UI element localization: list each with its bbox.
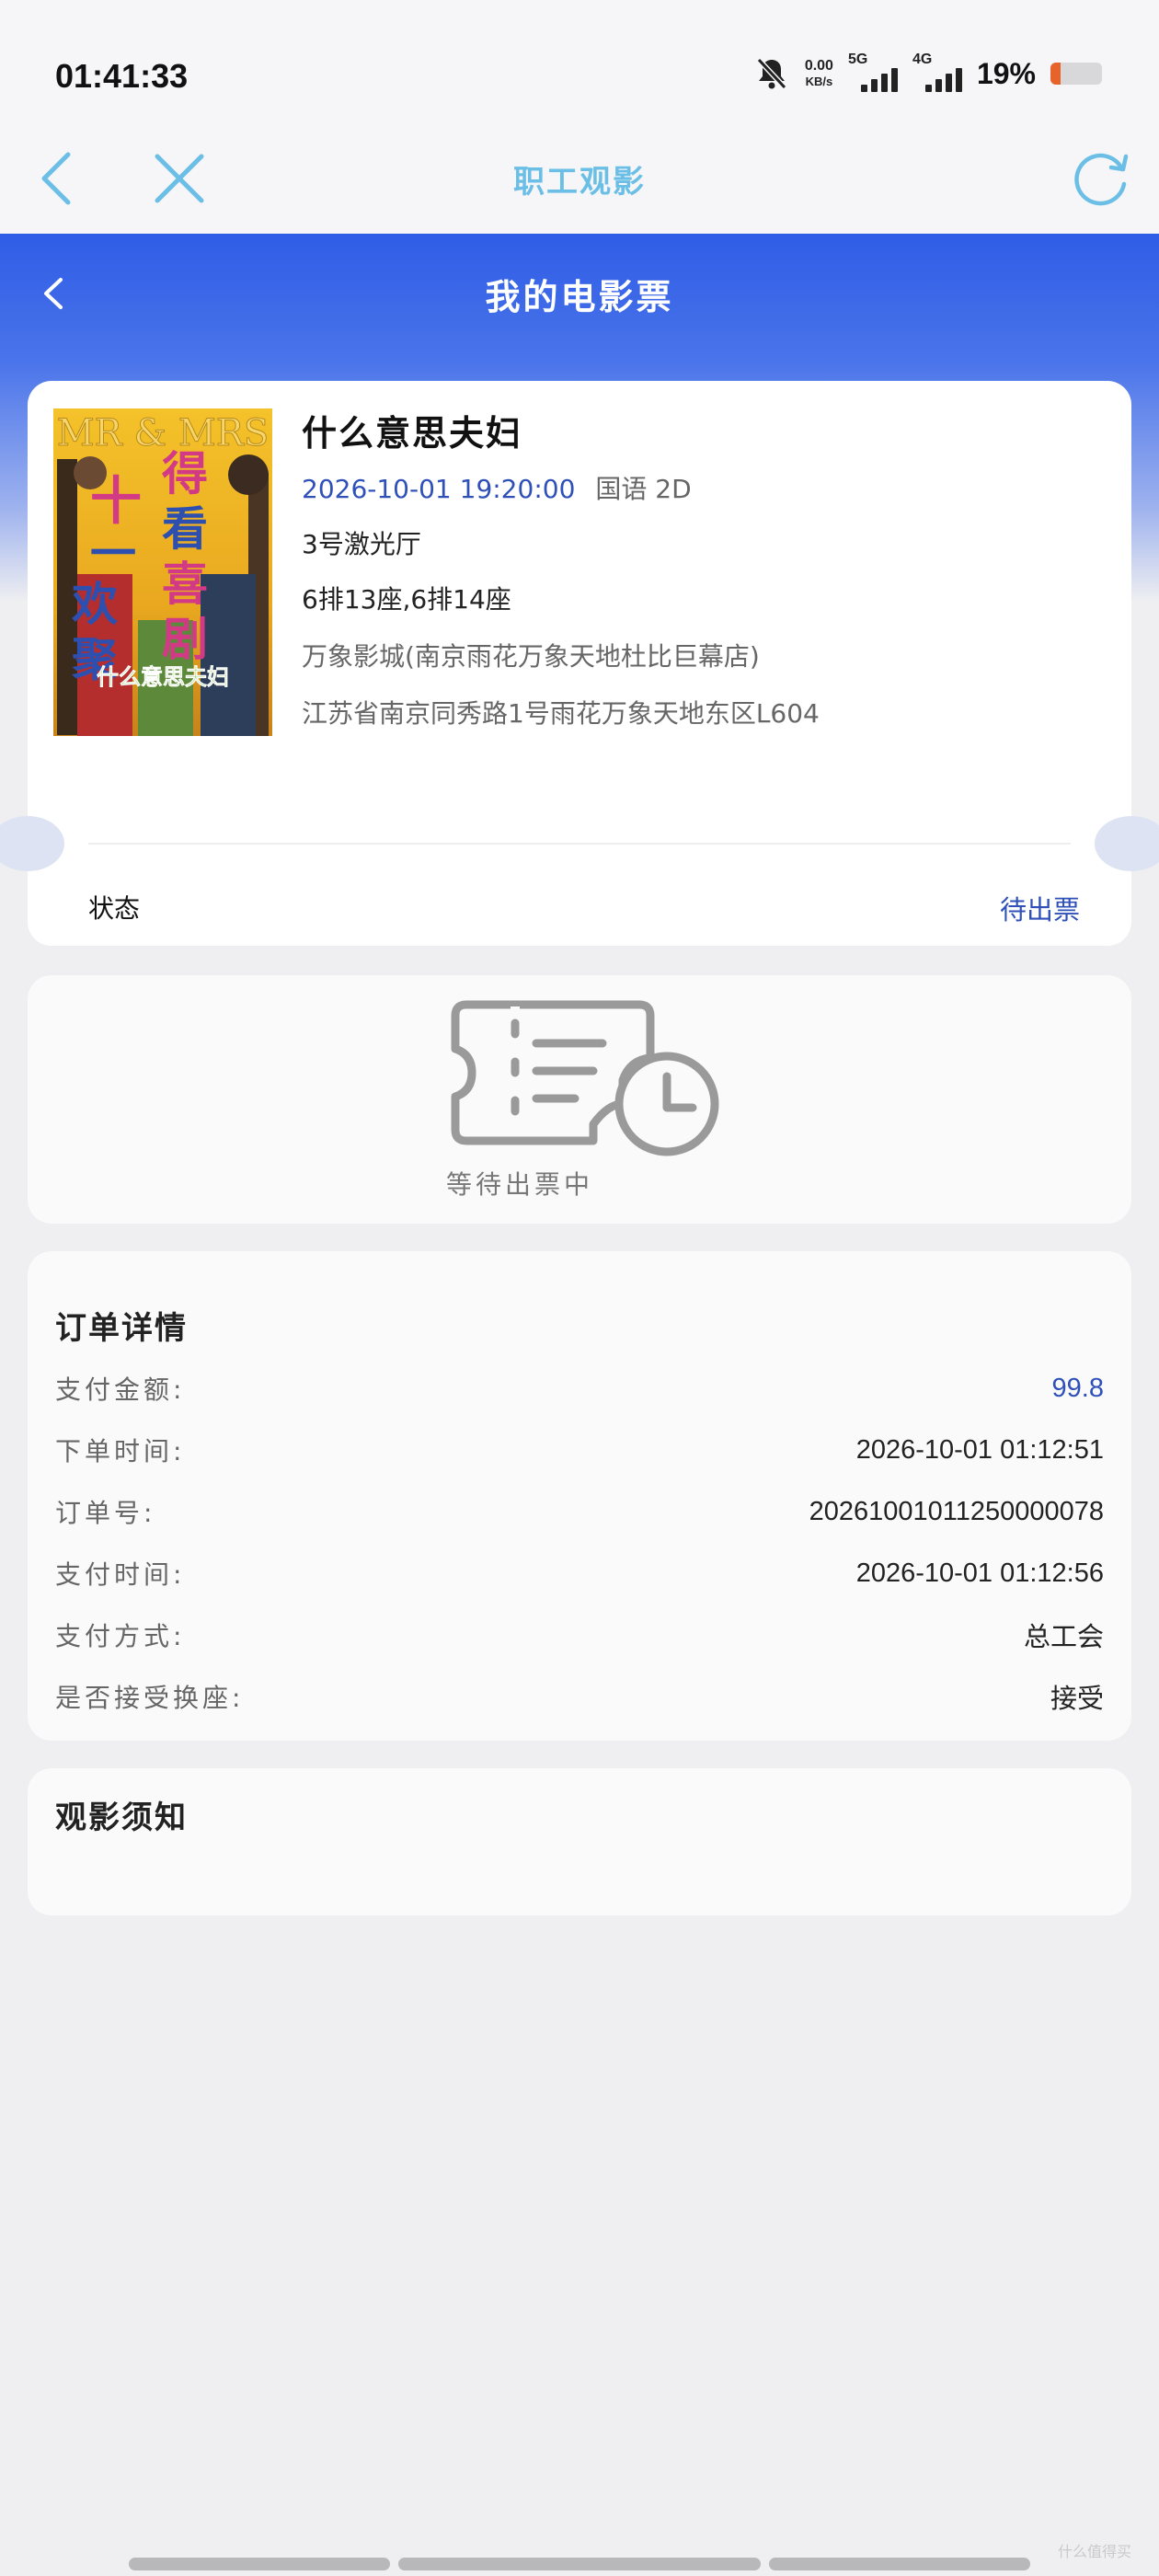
signal-4g-label: 4G [912, 52, 933, 67]
net-speed-value: 0.00 [804, 58, 833, 74]
watermark: 什么值得买 [1057, 2543, 1131, 2560]
movie-title: 什么意思夫妇 [302, 413, 523, 454]
order-row-label: 下单时间: [55, 1436, 186, 1466]
order-row-value: 总工会 [1023, 1623, 1104, 1652]
scroll-indicator [398, 2558, 761, 2570]
hall-name: 3号激光厅 [302, 529, 421, 559]
svg-text:看: 看 [162, 502, 208, 556]
status-time: 01:41:33 [55, 57, 189, 95]
signal-5g-label: 5G [847, 52, 868, 67]
svg-text:剧: 剧 [162, 613, 208, 666]
viewing-notice-card[interactable]: 观影须知 [28, 1768, 1131, 1915]
order-row-value: 2026-10-01 01:12:51 [855, 1434, 1104, 1465]
ticket-clock-icon [451, 1000, 719, 1156]
movie-poster: MR & MRS 十 得 看 喜 剧 一 欢 聚 什么意思夫妇 [53, 408, 272, 736]
order-row-value: 2026-10-01 01:12:56 [855, 1558, 1104, 1588]
order-row-order-time: 下单时间: 2026-10-01 01:12:51 [55, 1427, 1104, 1473]
scroll-indicator [129, 2558, 390, 2570]
waiting-card: 等待出票中 [28, 975, 1131, 1224]
signal-bars-icon [924, 68, 962, 92]
order-row-value: 99.8 [1051, 1373, 1104, 1403]
svg-text:欢: 欢 [71, 578, 118, 631]
net-speed-unit: KB/s [805, 75, 833, 88]
poster-right-text: 得 [162, 447, 208, 500]
order-row-pay-method: 支付方式: 总工会 [55, 1612, 1104, 1658]
order-row-label: 支付金额: [55, 1374, 186, 1405]
signal-bars-icon [860, 68, 898, 92]
order-row-value: 接受 [1050, 1685, 1104, 1714]
battery-icon [1050, 63, 1102, 85]
order-row-label: 订单号: [55, 1498, 156, 1528]
order-details-title: 订单详情 [55, 1310, 188, 1347]
battery-percent: 19% [976, 56, 1036, 90]
language-format: 国语 2D [595, 474, 692, 504]
battery-fill [1050, 63, 1061, 85]
scroll-indicator [769, 2558, 1030, 2570]
svg-text:喜: 喜 [162, 558, 208, 611]
refresh-icon[interactable] [1065, 142, 1139, 215]
net-speed: 0.00 KB/s [805, 58, 833, 89]
bell-muted-icon [756, 57, 787, 90]
order-row-order-number: 订单号: 20261001011250000078 [55, 1489, 1104, 1535]
order-details-card: 订单详情 支付金额: 99.8 下单时间: 2026-10-01 01:12:5… [28, 1251, 1131, 1741]
ticket-notch-right [1095, 816, 1159, 871]
status-bar: 01:41:33 0.00 KB/s 5G 4G 19% [0, 0, 1159, 129]
order-row-seat-change: 是否接受换座: 接受 [55, 1673, 1104, 1719]
order-row-label: 是否接受换座: [55, 1683, 245, 1713]
svg-text:一: 一 [90, 527, 136, 581]
order-row-label: 支付时间: [55, 1559, 186, 1590]
seat-info: 6排13座,6排14座 [302, 584, 511, 615]
cinema-address: 江苏省南京同秀路1号雨花万象天地东区L604 [302, 698, 820, 729]
cinema-name: 万象影城(南京雨花万象天地杜比巨幕店) [302, 641, 760, 672]
divider [88, 843, 1071, 845]
waiting-text: 等待出票中 [445, 1169, 593, 1200]
nav-title: 职工观影 [513, 164, 646, 201]
status-label: 状态 [88, 893, 141, 924]
page-title: 我的电影票 [485, 277, 674, 317]
nav-bar: 职工观影 [0, 129, 1159, 235]
order-row-pay-time: 支付时间: 2026-10-01 01:12:56 [55, 1550, 1104, 1596]
order-row-value: 20261001011250000078 [809, 1496, 1104, 1526]
order-row-label: 支付方式: [55, 1621, 186, 1651]
showtime-row: 2026-10-01 19:20:00 国语 2D [302, 469, 692, 506]
order-row-amount: 支付金额: 99.8 [55, 1365, 1104, 1411]
signal-5g: 5G [847, 52, 898, 92]
showtime: 2026-10-01 19:20:00 [302, 474, 576, 504]
viewing-notice-title: 观影须知 [55, 1800, 188, 1836]
poster-bottom-text: 什么意思夫妇 [97, 664, 229, 690]
poster-left-text: 十 [90, 472, 142, 532]
ticket-card: MR & MRS 十 得 看 喜 剧 一 欢 聚 什么意思夫妇 什么意思夫妇 2… [0, 381, 1159, 946]
status-indicators: 0.00 KB/s 5G 4G 19% [753, 52, 1102, 92]
ticket-notch-left [0, 816, 64, 871]
status-badge: 待出票 [999, 894, 1080, 926]
signal-4g: 4G [912, 52, 962, 92]
